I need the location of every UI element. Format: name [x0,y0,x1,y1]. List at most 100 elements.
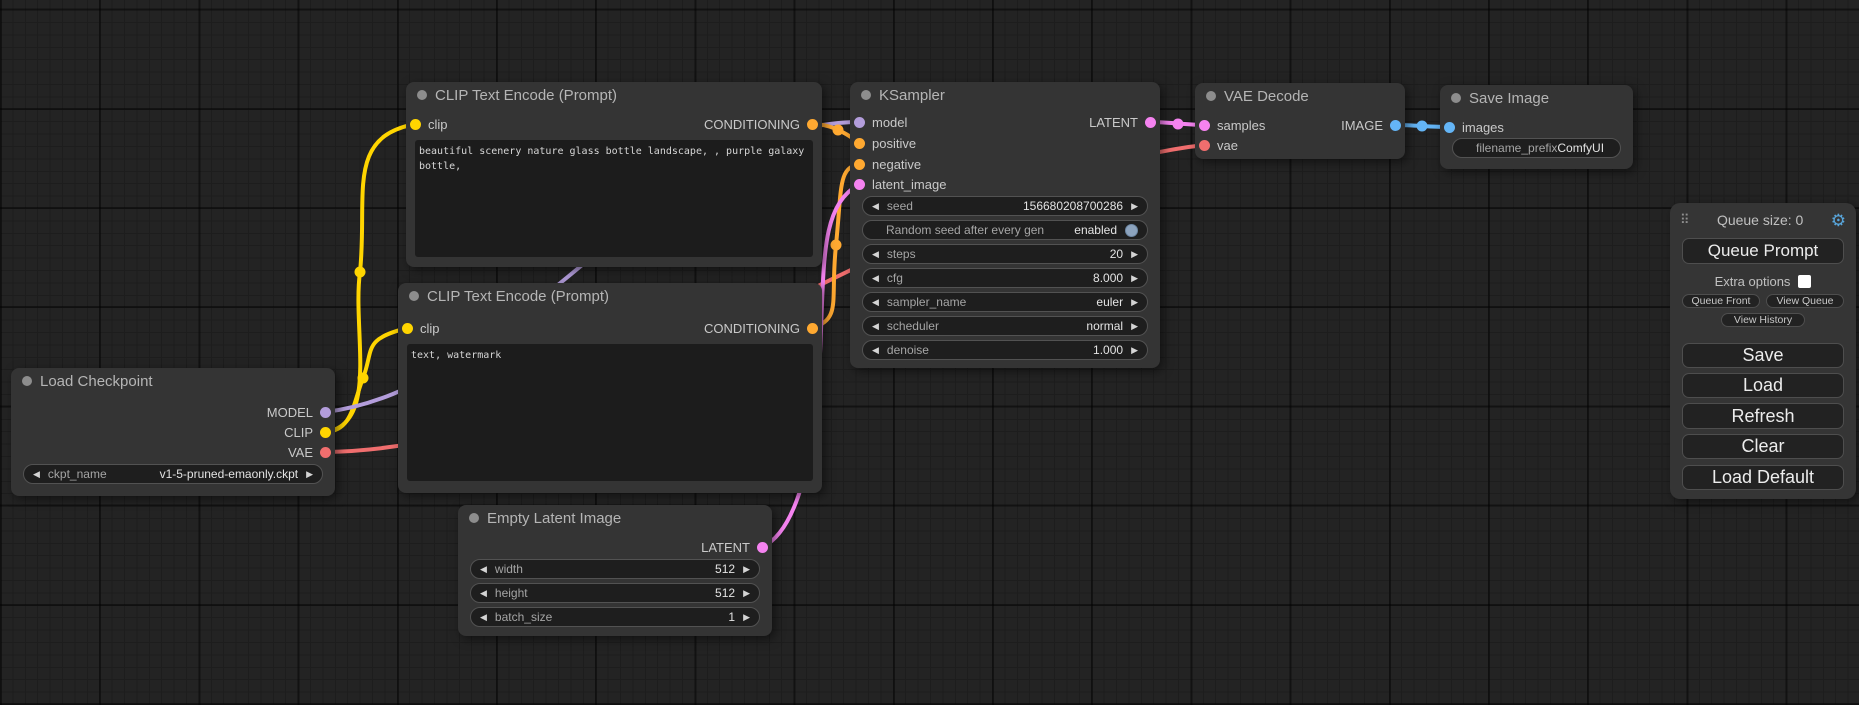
node-save-image[interactable]: Save Image images filename_prefix ComfyU… [1440,85,1633,169]
decrement-arrow-icon[interactable]: ◀ [480,565,487,574]
queue-front-button[interactable]: Queue Front [1682,294,1760,308]
node-empty-latent-image[interactable]: Empty Latent Image LATENT ◀ width 512 ▶ … [458,505,772,636]
widget-steps[interactable]: ◀ steps 20 ▶ [862,244,1148,264]
refresh-button[interactable]: Refresh [1682,403,1844,429]
increment-arrow-icon[interactable]: ▶ [1131,346,1138,355]
input-dot-clip[interactable] [402,323,413,334]
node-load-checkpoint[interactable]: Load Checkpoint MODEL CLIP VAE ◀ ckpt_na… [11,368,335,496]
collapse-dot-icon[interactable] [861,90,871,100]
output-slot-model: MODEL [11,402,335,422]
widget-random-seed[interactable]: Random seed after every gen enabled [862,220,1148,240]
widget-label: ckpt_name [48,467,107,481]
output-dot-conditioning[interactable] [807,119,818,130]
decrement-arrow-icon[interactable]: ◀ [480,613,487,622]
increment-arrow-icon[interactable]: ▶ [306,470,313,479]
node-clip-text-encode-positive[interactable]: CLIP Text Encode (Prompt) clip CONDITION… [406,82,822,267]
widget-batch-size[interactable]: ◀ batch_size 1 ▶ [470,607,760,627]
output-dot-latent[interactable] [757,542,768,553]
decrement-arrow-icon[interactable]: ◀ [872,202,879,211]
view-history-button[interactable]: View History [1721,313,1805,327]
extra-options-checkbox[interactable] [1798,275,1811,288]
decrement-arrow-icon[interactable]: ◀ [33,470,40,479]
input-dot-clip[interactable] [410,119,421,130]
queue-prompt-button[interactable]: Queue Prompt [1682,238,1844,264]
decrement-arrow-icon[interactable]: ◀ [872,298,879,307]
widget-cfg[interactable]: ◀ cfg 8.000 ▶ [862,268,1148,288]
input-dot-vae[interactable] [1199,140,1210,151]
widget-width[interactable]: ◀ width 512 ▶ [470,559,760,579]
node-title-bar[interactable]: CLIP Text Encode (Prompt) [406,82,822,108]
node-title-bar[interactable]: Save Image [1440,85,1633,111]
increment-arrow-icon[interactable]: ▶ [743,565,750,574]
decrement-arrow-icon[interactable]: ◀ [872,346,879,355]
output-dot-vae[interactable] [320,447,331,458]
increment-arrow-icon[interactable]: ▶ [1131,250,1138,259]
widget-height[interactable]: ◀ height 512 ▶ [470,583,760,603]
collapse-dot-icon[interactable] [22,376,32,386]
node-title-bar[interactable]: KSampler [850,82,1160,108]
slot-row: images [1440,117,1633,137]
link-dot-clip1[interactable] [355,267,366,278]
input-dot-negative[interactable] [854,159,865,170]
node-ksampler[interactable]: KSampler model LATENT positive negative … [850,82,1160,368]
widget-value: euler [1096,295,1123,309]
output-dot-model[interactable] [320,407,331,418]
node-clip-text-encode-negative[interactable]: CLIP Text Encode (Prompt) clip CONDITION… [398,283,822,493]
positive-prompt-textarea[interactable]: beautiful scenery nature glass bottle la… [415,140,813,257]
widget-ckpt-name[interactable]: ◀ ckpt_name v1-5-pruned-emaonly.ckpt ▶ [23,464,323,484]
collapse-dot-icon[interactable] [1451,93,1461,103]
increment-arrow-icon[interactable]: ▶ [1131,298,1138,307]
input-dot-images[interactable] [1444,122,1455,133]
widget-value: 1 [728,610,735,624]
increment-arrow-icon[interactable]: ▶ [743,613,750,622]
widget-label: width [495,562,523,576]
decrement-arrow-icon[interactable]: ◀ [872,250,879,259]
input-label-clip: clip [420,321,440,336]
drag-handle-icon[interactable]: ⠿ [1680,212,1690,228]
output-dot-conditioning[interactable] [807,323,818,334]
node-vae-decode[interactable]: VAE Decode samples IMAGE vae [1195,83,1405,159]
widget-sampler-name[interactable]: ◀ sampler_name euler ▶ [862,292,1148,312]
node-title-bar[interactable]: Load Checkpoint [11,368,335,394]
negative-prompt-textarea[interactable]: text, watermark [407,344,813,481]
save-button[interactable]: Save [1682,343,1844,368]
widget-scheduler[interactable]: ◀ scheduler normal ▶ [862,316,1148,336]
widget-seed[interactable]: ◀ seed 156680208700286 ▶ [862,196,1148,216]
widget-filename-prefix[interactable]: filename_prefix ComfyUI [1452,138,1621,158]
load-button[interactable]: Load [1682,373,1844,398]
decrement-arrow-icon[interactable]: ◀ [480,589,487,598]
link-dot-image[interactable] [1417,121,1428,132]
link-dot-negative[interactable] [831,240,842,251]
link-dot-positive[interactable] [833,125,844,136]
load-default-button[interactable]: Load Default [1682,465,1844,490]
decrement-arrow-icon[interactable]: ◀ [872,322,879,331]
increment-arrow-icon[interactable]: ▶ [1131,274,1138,283]
clear-button[interactable]: Clear [1682,434,1844,459]
node-title-bar[interactable]: Empty Latent Image [458,505,772,531]
input-dot-model[interactable] [854,117,865,128]
view-queue-button[interactable]: View Queue [1766,294,1844,308]
random-seed-toggle-icon[interactable] [1125,224,1138,237]
collapse-dot-icon[interactable] [417,90,427,100]
increment-arrow-icon[interactable]: ▶ [1131,202,1138,211]
comfyui-canvas[interactable]: Load Checkpoint MODEL CLIP VAE ◀ ckpt_na… [0,0,1859,705]
collapse-dot-icon[interactable] [1206,91,1216,101]
node-title-bar[interactable]: VAE Decode [1195,83,1405,109]
collapse-dot-icon[interactable] [469,513,479,523]
input-dot-latent-image[interactable] [854,179,865,190]
node-title-bar[interactable]: CLIP Text Encode (Prompt) [398,283,822,309]
link-dot-latent[interactable] [1173,119,1184,130]
output-dot-image[interactable] [1390,120,1401,131]
input-dot-positive[interactable] [854,138,865,149]
output-dot-clip[interactable] [320,427,331,438]
output-dot-latent[interactable] [1145,117,1156,128]
input-dot-samples[interactable] [1199,120,1210,131]
widget-denoise[interactable]: ◀ denoise 1.000 ▶ [862,340,1148,360]
increment-arrow-icon[interactable]: ▶ [1131,322,1138,331]
decrement-arrow-icon[interactable]: ◀ [872,274,879,283]
increment-arrow-icon[interactable]: ▶ [743,589,750,598]
link-dot-clip2[interactable] [358,373,369,384]
collapse-dot-icon[interactable] [409,291,419,301]
settings-gear-icon[interactable]: ⚙ [1831,212,1846,229]
input-label-model: model [872,115,907,130]
